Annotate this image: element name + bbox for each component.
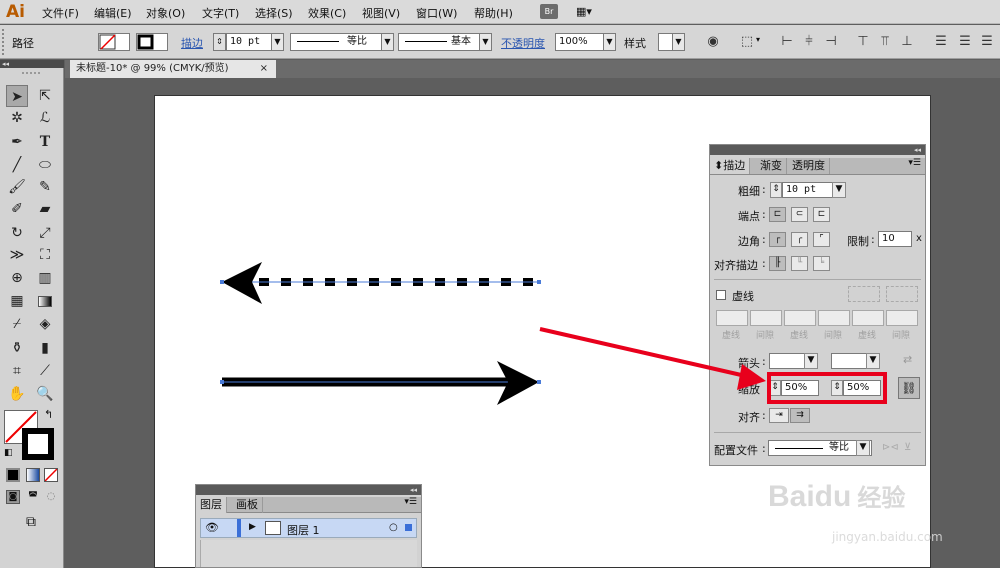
end-arrowhead-select[interactable] [831, 353, 867, 369]
weight-panel-dropdown[interactable]: ▼ [832, 182, 846, 198]
divider [714, 279, 921, 280]
gap-field-2[interactable] [818, 310, 850, 326]
dash-label-2: 虚线 [790, 331, 809, 341]
tab-artboards[interactable]: 画板 [232, 497, 263, 513]
visibility-eye-icon[interactable]: 👁 [205, 521, 219, 534]
gap-field-3[interactable] [886, 310, 918, 326]
layers-collapse-icon[interactable]: ◂◂ [410, 486, 417, 494]
layers-panel: ◂◂ 图层 画板 ▾☰ 👁 ▶ 图层 1 ○ [195, 484, 422, 568]
miter-join-icon[interactable]: ┌ [769, 232, 786, 247]
limit-unit: x [916, 233, 922, 244]
align-inside-stroke-icon[interactable]: ╙ [791, 256, 808, 271]
solid-arrow[interactable] [220, 361, 541, 405]
layers-menu-icon[interactable]: ▾☰ [404, 497, 417, 507]
panel-collapse-icon[interactable]: ◂◂ [914, 146, 921, 154]
round-cap-icon[interactable]: ⊂ [791, 207, 808, 222]
limit-field[interactable]: 10 [878, 231, 912, 247]
corner-label: 边角 [738, 235, 760, 248]
expand-layer-icon[interactable]: ▶ [249, 522, 256, 532]
align-center-stroke-icon[interactable]: ╟ [769, 256, 786, 271]
weight-panel-field[interactable]: 10 pt [782, 182, 834, 198]
scale-highlight-box [767, 372, 887, 404]
dash-label-3: 虚线 [858, 331, 877, 341]
profile-select-text: 等比 [829, 442, 849, 453]
align-stroke-label: 对齐描边 [714, 259, 758, 272]
watermark-brand: Baidu 经验 [768, 480, 906, 513]
flip-across-icon[interactable]: ⊻ [904, 442, 911, 453]
stroke-panel-tabs: ⬍描边 渐变 透明度 ▾☰ [710, 158, 925, 175]
tab-gradient[interactable]: 渐变 [756, 158, 787, 174]
gap-label-2: 间隙 [824, 331, 843, 341]
dashed-checkbox[interactable] [716, 290, 726, 300]
profile-label: 配置文件 [714, 444, 758, 457]
watermark-url: jingyan.baidu.com [832, 530, 943, 544]
swap-arrowheads-icon[interactable]: ⇄ [903, 353, 912, 366]
annotation-arrow [539, 327, 766, 390]
arrow-align-label: 对齐 [738, 411, 760, 424]
layer-row[interactable]: 👁 ▶ 图层 1 ○ [200, 518, 417, 538]
dash-preserve-icon[interactable] [848, 286, 880, 302]
profile-preview-line [775, 448, 823, 449]
dashed-arrow[interactable] [220, 262, 541, 304]
layers-panel-tabs: 图层 画板 ▾☰ [196, 497, 421, 513]
end-arrowhead-dropdown[interactable]: ▼ [866, 353, 880, 369]
cap-label: 端点 [738, 210, 760, 223]
divider [714, 432, 921, 433]
bevel-join-icon[interactable]: ⌜ [813, 232, 830, 247]
limit-label: 限制 [847, 235, 869, 248]
arrow-place-at-end-icon[interactable]: ⇉ [790, 408, 810, 423]
layer-selection-indicator [405, 524, 412, 531]
butt-cap-icon[interactable]: ⊏ [769, 207, 786, 222]
flip-along-icon[interactable]: ⊳⊲ [882, 442, 899, 453]
start-arrowhead-dropdown[interactable]: ▼ [804, 353, 818, 369]
align-outside-stroke-icon[interactable]: ╘ [813, 256, 830, 271]
panel-menu-icon[interactable]: ▾☰ [908, 158, 921, 168]
layer-name[interactable]: 图层 1 [287, 522, 320, 538]
weight-panel-stepper[interactable]: ⇕ [770, 182, 782, 198]
tab-transparency[interactable]: 透明度 [788, 158, 830, 174]
panel-header: ◂◂ [710, 145, 925, 155]
link-scale-icon[interactable]: ⛓ [898, 377, 920, 399]
tab-layers[interactable]: 图层 [196, 497, 227, 513]
stroke-panel: ◂◂ ⬍描边 渐变 透明度 ▾☰ 粗细 : ⇕ 10 pt ▼ 端点 : ⊏ ⊂… [709, 144, 926, 466]
projecting-cap-icon[interactable]: ⊏ [813, 207, 830, 222]
tab-stroke[interactable]: ⬍描边 [710, 158, 751, 174]
layer-thumbnail [265, 521, 281, 535]
start-arrowhead-select[interactable] [769, 353, 805, 369]
layers-list-area [200, 540, 417, 567]
arrow-extend-icon[interactable]: ⇥ [769, 408, 789, 423]
weight-label: 粗细 [738, 185, 760, 198]
dashed-label: 虚线 [732, 290, 754, 303]
profile-select-dropdown[interactable]: ▼ [856, 440, 870, 456]
dash-field-3[interactable] [852, 310, 884, 326]
dash-align-corners-icon[interactable] [886, 286, 918, 302]
layers-panel-header: ◂◂ [196, 485, 421, 495]
dash-field-2[interactable] [784, 310, 816, 326]
layer-target-icon[interactable]: ○ [389, 522, 398, 533]
layer-color-bar [237, 519, 241, 537]
round-join-icon[interactable]: ╭ [791, 232, 808, 247]
gap-label-3: 间隙 [892, 331, 911, 341]
